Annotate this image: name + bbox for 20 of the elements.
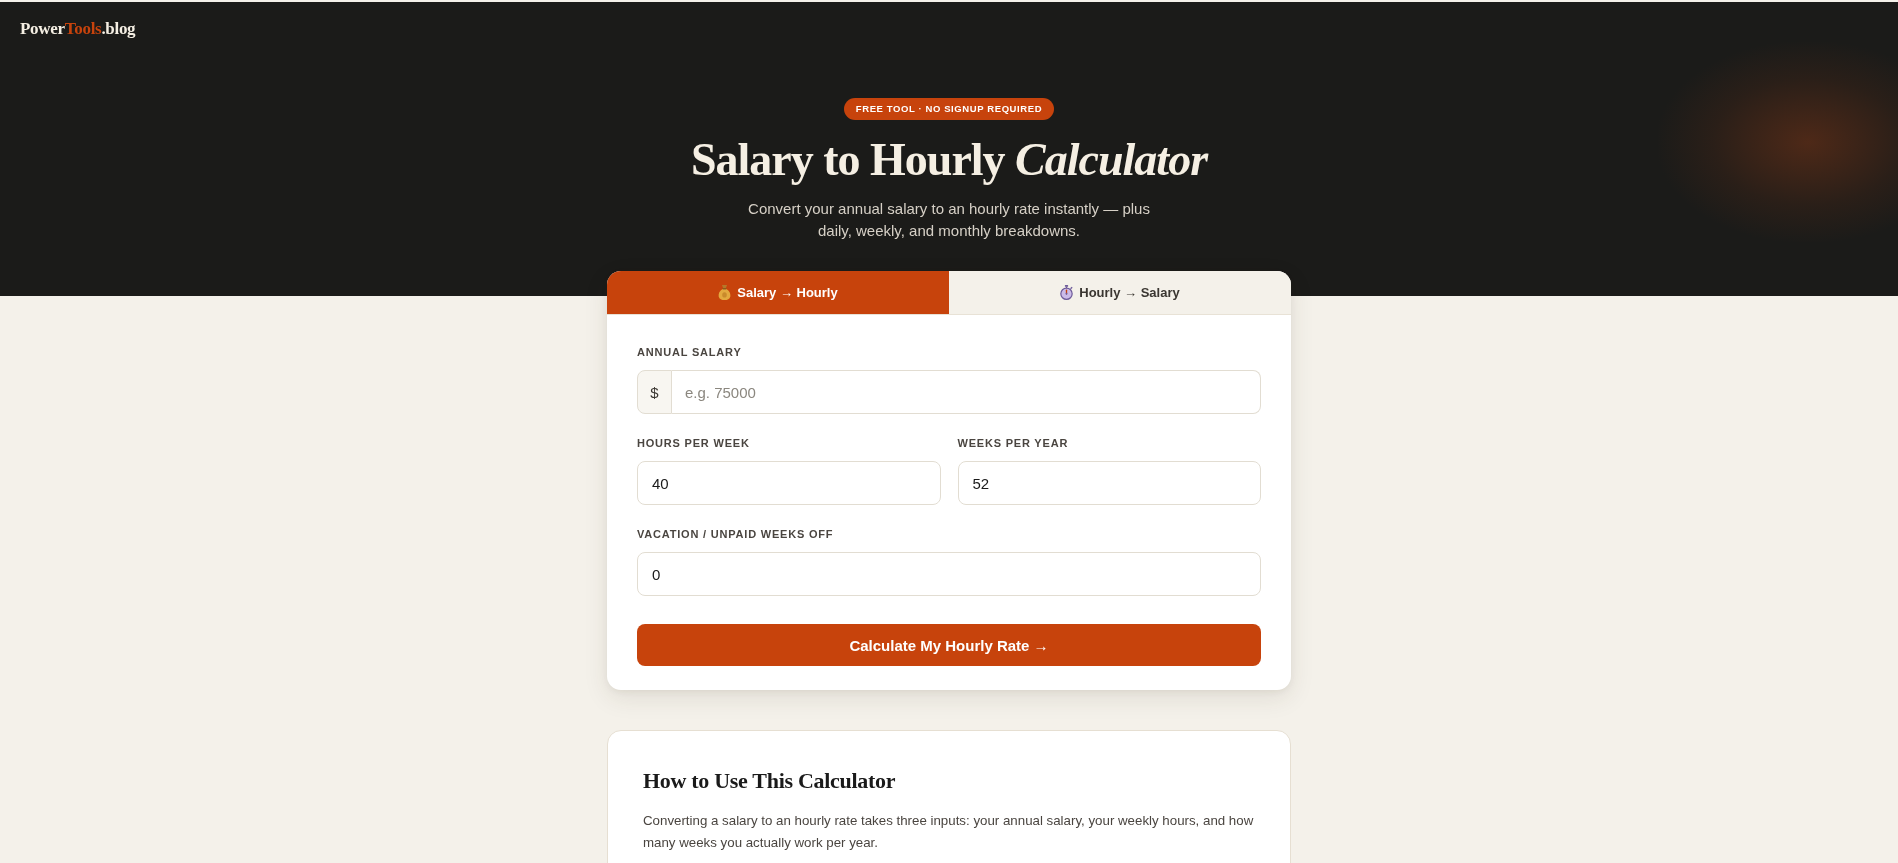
page-subtitle: Convert your annual salary to an hourly rate instantly — plus daily, weekly, and monthly breakdowns. xyxy=(747,199,1151,241)
mode-tab[interactable]: Hourly → Salary xyxy=(949,271,1291,314)
site-logo[interactable]: PowerTools.blog xyxy=(20,18,136,40)
page-title: Salary to Hourly Calculator xyxy=(690,134,1208,186)
input-field[interactable]: 0 xyxy=(637,552,1261,596)
mode-tab[interactable]: Salary → Hourly xyxy=(607,271,949,314)
field-label: WEEKS PER YEAR xyxy=(957,436,1070,450)
field-label: HOURS PER WEEK xyxy=(637,436,751,450)
currency-prefix: $ xyxy=(637,370,672,414)
input-field[interactable]: 40 xyxy=(637,461,941,505)
section-paragraph: Converting a salary to an hourly rate takes three inputs: your annual salary, your weekly hours, and how many weeks you actually work per year. xyxy=(643,812,1255,852)
input-field[interactable]: e.g. 75000 xyxy=(672,370,1261,414)
calculate-button[interactable]: Calculate My Hourly Rate → xyxy=(637,624,1261,666)
field-label: VACATION / UNPAID WEEKS OFF xyxy=(637,527,835,541)
section-heading: How to Use This Calculator xyxy=(643,767,897,795)
money-bag-icon xyxy=(718,285,732,300)
stopwatch-icon xyxy=(1060,285,1074,300)
input-field[interactable]: 52 xyxy=(957,461,1261,505)
field-label: ANNUAL SALARY xyxy=(637,345,743,359)
tool-badge: FREE TOOL · NO SIGNUP REQUIRED xyxy=(843,98,1055,120)
